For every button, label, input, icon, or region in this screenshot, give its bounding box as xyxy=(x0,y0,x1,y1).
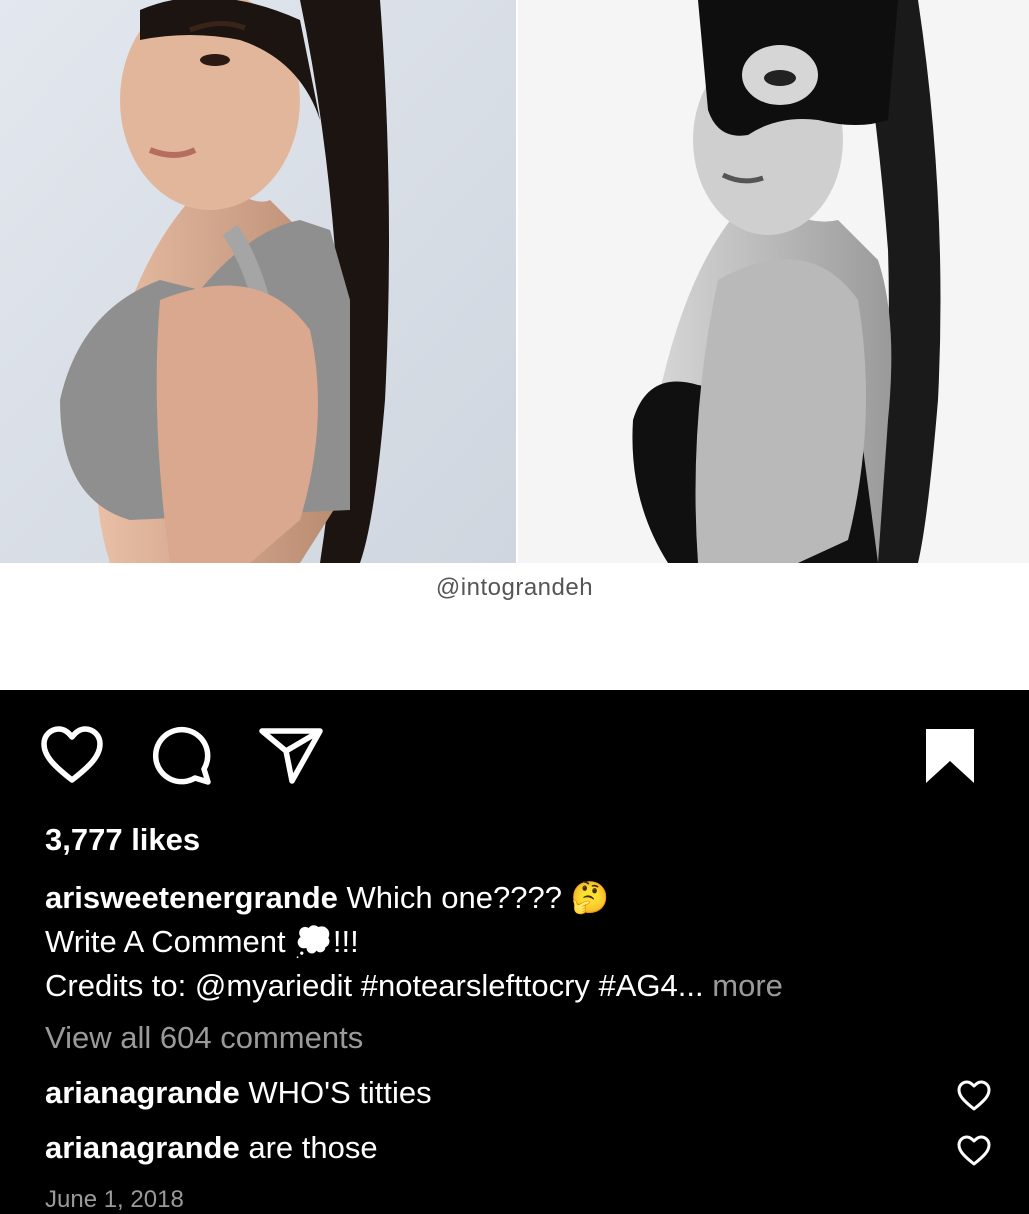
more-link[interactable]: more xyxy=(712,968,783,1003)
post-date: June 1, 2018 xyxy=(45,1186,184,1213)
share-button[interactable] xyxy=(258,725,324,790)
action-bar xyxy=(0,725,1029,795)
caption-credits: Credits to: @myariedit #notearslefttocry… xyxy=(45,968,704,1003)
caption-line-1: arisweetenergrande Which one???? 🤔 xyxy=(45,876,1005,920)
view-all-comments-link[interactable]: View all 604 comments xyxy=(45,1020,363,1056)
caption-line-3: Credits to: @myariedit #notearslefttocry… xyxy=(45,964,1005,1008)
caption-line-2: Write A Comment 💭!!! xyxy=(45,920,1005,964)
comment-row: arianagrande WHO'S titties xyxy=(45,1075,432,1111)
comment-like-button[interactable] xyxy=(956,1080,992,1117)
paper-plane-icon xyxy=(259,728,323,784)
caption-text-2: Write A Comment xyxy=(45,924,286,959)
heart-icon xyxy=(41,726,103,783)
caption-username[interactable]: arisweetenergrande xyxy=(45,880,338,915)
like-button[interactable] xyxy=(40,725,104,790)
comment-bubble-icon xyxy=(152,726,211,785)
caption-text: Which one???? xyxy=(346,880,562,915)
small-heart-icon xyxy=(957,1080,991,1111)
thought-balloon-icon: 💭 xyxy=(294,924,333,959)
caption-text-3: !!! xyxy=(332,924,359,959)
post-caption: arisweetenergrande Which one???? 🤔 Write… xyxy=(45,876,1005,1008)
comment-like-button[interactable] xyxy=(956,1135,992,1172)
watermark-text: @intograndeh xyxy=(435,574,594,601)
right-photo xyxy=(518,0,1029,563)
post-image[interactable]: @intograndeh xyxy=(0,0,1029,690)
bookmark-icon xyxy=(926,729,974,783)
comment-text: are those xyxy=(248,1130,378,1165)
likes-count[interactable]: 3,777 likes xyxy=(45,822,200,858)
left-photo xyxy=(0,0,516,563)
comment-username[interactable]: arianagrande xyxy=(45,1130,240,1165)
thinking-face-icon: 🤔 xyxy=(570,880,610,915)
comment-username[interactable]: arianagrande xyxy=(45,1075,240,1110)
comment-text: WHO'S titties xyxy=(248,1075,432,1110)
comment-row: arianagrande are those xyxy=(45,1130,378,1166)
save-button[interactable] xyxy=(922,725,978,792)
small-heart-icon xyxy=(957,1135,991,1166)
comment-button[interactable] xyxy=(151,725,213,792)
